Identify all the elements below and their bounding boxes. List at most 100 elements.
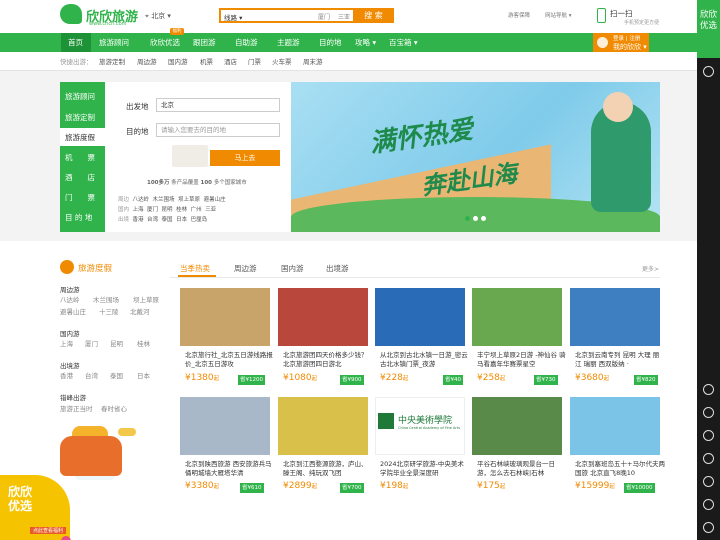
product-image-grassland[interactable] <box>472 288 562 346</box>
nav-item-guide[interactable]: 攻略 ▾ <box>355 33 376 52</box>
product-title[interactable]: 2024北京研学旅游-中央美术学院毕业全景深度研 <box>380 460 470 478</box>
quick-weekend[interactable]: 周末游 <box>303 56 323 66</box>
site-nav-link[interactable]: 网站导航 ▾ <box>545 11 572 19</box>
service-icon[interactable] <box>703 522 714 533</box>
user-icon[interactable] <box>703 384 714 395</box>
category-title[interactable]: 错峰出游 <box>60 392 86 402</box>
category-link[interactable]: 木兰围场 <box>93 294 119 304</box>
category-link[interactable]: 桂林 <box>137 338 150 348</box>
search-category-dropdown[interactable]: 线路 ▾ <box>224 12 242 22</box>
category-link[interactable]: 旅游正当时 <box>60 403 93 413</box>
logo-icon[interactable] <box>60 4 82 24</box>
carousel-dot[interactable] <box>473 216 478 221</box>
category-link[interactable]: 日本 <box>137 370 150 380</box>
side-brand-button[interactable]: 欣欣优选 <box>697 0 720 58</box>
product-image-beach[interactable] <box>570 397 660 455</box>
go-button[interactable]: 马上去 <box>210 150 280 166</box>
category-link[interactable]: 八达岭 <box>60 294 80 304</box>
left-menu-hotel[interactable]: 酒 店 <box>60 172 105 183</box>
promo-tag[interactable]: 点此查看福利 <box>30 527 67 534</box>
dest-link[interactable]: 八达岭 <box>133 197 150 203</box>
tab-nearby[interactable]: 周边游 <box>234 263 257 274</box>
dest-link[interactable]: 日本 <box>176 217 187 223</box>
product-title[interactable]: 北京到云南专列 昆明 大理 丽江 瑞丽 西双版纳 · <box>575 351 665 369</box>
left-menu-custom[interactable]: 旅游定制 <box>60 112 105 123</box>
dest-link[interactable]: 桂林 <box>176 207 187 213</box>
search-hint-xiamen[interactable]: 厦门 <box>318 12 330 21</box>
product-title[interactable]: 北京旅游团四天价格多少钱？北京旅游团四日游北 <box>283 351 373 369</box>
dest-link[interactable]: 避暑山庄 <box>204 197 226 203</box>
clock-icon[interactable] <box>703 430 714 441</box>
nav-item-destination[interactable]: 目的地 <box>319 33 342 52</box>
nav-item-theme[interactable]: 主题游 <box>277 33 300 52</box>
dest-link[interactable]: 厦门 <box>147 207 158 213</box>
more-link[interactable]: 更多> <box>642 264 659 273</box>
top-arrow-icon[interactable] <box>703 499 714 510</box>
dest-link[interactable]: 坝上草原 <box>178 197 200 203</box>
product-image-wuyuan[interactable] <box>278 397 368 455</box>
product-title[interactable]: 平谷石林峡玻璃观景台一日游，怎么去石林峡|石林 <box>477 460 567 478</box>
tab-hot[interactable]: 当季热卖 <box>180 263 210 274</box>
left-menu-flight[interactable]: 机 票 <box>60 152 105 163</box>
category-link[interactable]: 北戴河 <box>130 306 150 316</box>
nav-item-group[interactable]: 跟团游 <box>193 33 216 52</box>
quick-domestic[interactable]: 国内游 <box>168 56 188 66</box>
quick-flight[interactable]: 机票 <box>200 56 213 66</box>
quick-nearby[interactable]: 周边游 <box>137 56 157 66</box>
dest-link[interactable]: 广州 <box>191 207 202 213</box>
to-input[interactable]: 请输入您要去的目的地 <box>156 123 280 137</box>
nav-item-home[interactable]: 首页 <box>68 33 83 52</box>
dest-link[interactable]: 昆明 <box>162 207 173 213</box>
category-link[interactable]: 上海 <box>60 338 73 348</box>
carousel-dot[interactable] <box>465 216 470 221</box>
category-link[interactable]: 台湾 <box>85 370 98 380</box>
product-image-academy[interactable]: 中央美術學院 China Central Academy of Fine Art… <box>375 397 465 455</box>
category-title[interactable]: 周边游 <box>60 284 80 294</box>
left-menu-destination[interactable]: 目 的 地 <box>60 212 105 223</box>
product-title[interactable]: 北京到江西婺源旅游，庐山、滕王阁、纯玩双飞团 <box>283 460 373 478</box>
edit-icon[interactable] <box>703 453 714 464</box>
left-menu-ticket[interactable]: 门 票 <box>60 192 105 203</box>
category-link[interactable]: 春时省心 <box>101 403 127 413</box>
wechat-icon[interactable] <box>703 66 714 77</box>
category-link[interactable]: 避暑山庄 <box>60 306 86 316</box>
category-title[interactable]: 国内游 <box>60 328 80 338</box>
tab-abroad[interactable]: 出境游 <box>326 263 349 274</box>
product-image-pagoda[interactable] <box>180 397 270 455</box>
product-title[interactable]: 从北京到古北水镇一日游_密云古北水镇门票_夜游 <box>380 351 470 369</box>
quick-train[interactable]: 火车票 <box>272 56 292 66</box>
dest-link[interactable]: 上海 <box>133 207 144 213</box>
carousel-dot[interactable] <box>481 216 486 221</box>
qrcode-icon[interactable] <box>703 476 714 487</box>
dest-link[interactable]: 台湾 <box>147 217 158 223</box>
product-image-lion[interactable] <box>278 288 368 346</box>
tab-domestic[interactable]: 国内游 <box>281 263 304 274</box>
search-button[interactable]: 搜 索 <box>353 8 394 23</box>
city-selector[interactable]: ⌖ 北京 ▾ <box>145 11 171 21</box>
product-title[interactable]: 北京旅行社_北京五日游线路报价_北京五日游攻 <box>185 351 275 369</box>
nav-item-select[interactable]: 欣欣优选 <box>150 33 180 52</box>
heart-icon[interactable] <box>703 407 714 418</box>
nav-item-advisor[interactable]: 旅游顾问 <box>99 33 129 52</box>
left-menu-advisor[interactable]: 旅游顾问 <box>60 91 105 102</box>
scan-app-title[interactable]: 扫一扫 <box>610 8 633 19</box>
search-hint-sanya[interactable]: 三亚 <box>338 12 350 21</box>
category-link[interactable]: 厦门 <box>85 338 98 348</box>
my-account-link[interactable]: 我的欣欣 ▾ <box>613 42 647 52</box>
product-title[interactable]: 丰宁坝上草原2日游 -神仙谷 骑马看嘉年华赛票星空 <box>477 351 567 369</box>
product-image-water-town[interactable] <box>375 288 465 346</box>
nav-item-self[interactable]: 自助游 <box>235 33 258 52</box>
product-title[interactable]: 北京到陕西旅游 西安旅游兵马俑明城墙大雁塔华清 <box>185 460 275 478</box>
product-title[interactable]: 北京到塞班岛五十+马尔代夫两国旅 北京直飞8晚10 <box>575 460 665 478</box>
dest-link[interactable]: 三亚 <box>205 207 216 213</box>
nav-item-toolbox[interactable]: 百宝箱 ▾ <box>389 33 418 52</box>
promo-title[interactable]: 欣欣 优选 <box>8 485 32 513</box>
category-link[interactable]: 坝上草原 <box>133 294 159 304</box>
quick-hotel[interactable]: 酒店 <box>224 56 237 66</box>
category-link[interactable]: 香港 <box>60 370 73 380</box>
quick-custom[interactable]: 旅游定制 <box>99 56 125 66</box>
dest-link[interactable]: 巴厘岛 <box>191 217 208 223</box>
product-image-canyon[interactable] <box>472 397 562 455</box>
login-register-link[interactable]: 登录 | 注册 <box>613 34 640 42</box>
category-link[interactable]: 昆明 <box>110 338 123 348</box>
